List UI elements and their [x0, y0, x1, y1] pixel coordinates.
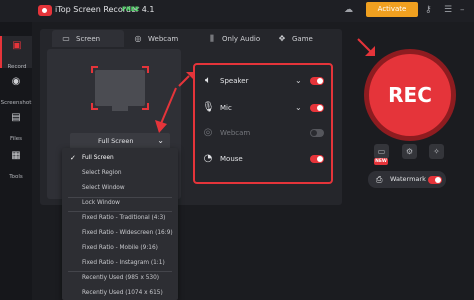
minimize-icon[interactable]: – — [460, 4, 465, 16]
sidebar-item-label: Files — [9, 136, 23, 142]
option-label: Fixed Ratio - Mobile (9:16) — [82, 245, 158, 251]
mouse-icon: ◔ — [203, 153, 213, 164]
corner-mark — [142, 66, 149, 73]
speaker-icon: 🔈︎ — [205, 75, 211, 86]
app-logo-icon — [38, 5, 52, 16]
free-badge: FREE — [122, 6, 139, 13]
tab-webcam[interactable]: ◎ Webcam — [132, 30, 198, 47]
speaker-toggle[interactable] — [310, 77, 324, 85]
audio-row-mouse: ◔ Mouse — [200, 148, 328, 170]
tab-only-audio[interactable]: ⫼ Only Audio — [206, 30, 268, 47]
dropdown-option-ratio-16-9[interactable]: Fixed Ratio - Widescreen (16:9) — [62, 227, 178, 240]
chevron-down-icon[interactable]: ⌄ — [295, 101, 302, 115]
option-label: Select Window — [82, 185, 125, 191]
audio-label: Webcam — [220, 129, 251, 137]
sidebar-item-screenshot[interactable]: ◉ Screenshot — [0, 72, 32, 106]
audio-row-speaker: 🔈︎ Speaker ⌄ — [200, 70, 328, 92]
dropdown-option-lock-window[interactable]: Lock Window — [62, 197, 178, 210]
arrow-annotation-icon — [357, 38, 375, 56]
mouse-toggle[interactable] — [310, 155, 324, 163]
audio-label: Mic — [220, 104, 232, 112]
title-bar: iTop Screen Recorder 4.1 FREE ☁ Activate… — [0, 0, 474, 22]
tab-label: Only Audio — [222, 35, 261, 43]
audio-label: Mouse — [220, 155, 243, 163]
sidebar: ▣ Record ◉ Screenshot ▤ Files ▦ Tools — [0, 22, 32, 300]
tools-icon: ▦ — [11, 150, 21, 161]
tab-label: Webcam — [148, 35, 179, 43]
gamepad-icon: ✥ — [278, 34, 286, 43]
audio-row-mic: 🎙︎ Mic ⌄ — [200, 97, 328, 119]
screen-options-icon[interactable]: ▭ — [374, 144, 389, 159]
option-label: Select Region — [82, 170, 122, 176]
dropdown-option-full-screen[interactable]: ✓ Full Screen — [62, 152, 178, 165]
watermark-label: Watermark — [390, 175, 426, 183]
audio-row-webcam: ◎ Webcam — [200, 122, 328, 144]
sidebar-item-label: Tools — [9, 174, 23, 180]
option-label: Lock Window — [82, 200, 120, 206]
watermark-control: ⎙ Watermark — [368, 171, 446, 188]
option-label: Recently Used (1074 x 615) — [82, 290, 163, 296]
sidebar-item-files[interactable]: ▤ Files — [0, 108, 32, 142]
menu-icon[interactable]: ☰ — [444, 4, 452, 16]
sidebar-item-tools[interactable]: ▦ Tools — [0, 146, 32, 180]
tab-screen[interactable]: ▭ Screen — [52, 30, 124, 47]
option-label: Fixed Ratio - Widescreen (16:9) — [82, 230, 173, 236]
camera-icon: ◉ — [11, 76, 21, 87]
webcam-icon: ◎ — [134, 34, 142, 43]
mic-toggle[interactable] — [310, 104, 324, 112]
webcam-icon: ◎ — [203, 127, 213, 138]
new-badge: NEW — [374, 158, 388, 165]
option-label: Fixed Ratio - Instagram (1:1) — [82, 260, 165, 266]
audio-bars-icon: ⫼ — [210, 34, 214, 43]
tab-label: Screen — [76, 35, 101, 43]
option-label: Full Screen — [82, 155, 114, 161]
option-label: Recently Used (985 x 530) — [82, 275, 160, 281]
files-icon: ▤ — [11, 112, 21, 123]
webcam-toggle[interactable] — [310, 129, 324, 137]
dropdown-option-ratio-9-16[interactable]: Fixed Ratio - Mobile (9:16) — [62, 242, 178, 255]
check-icon: ✓ — [70, 154, 76, 162]
monitor-stand — [112, 106, 128, 111]
audio-label: Speaker — [220, 77, 249, 85]
monitor-icon — [95, 70, 145, 106]
watermark-icon: ⎙ — [376, 175, 383, 184]
corner-mark — [91, 103, 98, 110]
corner-mark — [142, 103, 149, 110]
dropdown-option-recent-2[interactable]: Recently Used (1074 x 615) — [62, 287, 178, 300]
chevron-down-icon[interactable]: ⌄ — [295, 74, 302, 88]
app-title: iTop Screen Recorder 4.1 — [55, 5, 155, 14]
dropdown-option-ratio-4-3[interactable]: Fixed Ratio - Traditional (4:3) — [62, 212, 178, 225]
key-icon[interactable]: ⚷ — [425, 4, 432, 16]
corner-mark — [91, 66, 98, 73]
tab-label: Game — [292, 35, 313, 43]
sidebar-item-label: Screenshot — [0, 100, 32, 106]
effects-icon[interactable]: ✧ — [429, 144, 444, 159]
capture-mode-dropdown: ✓ Full Screen Select Region Select Windo… — [62, 148, 178, 300]
settings-icon[interactable]: ⚙ — [402, 144, 417, 159]
cloud-icon[interactable]: ☁ — [344, 4, 353, 16]
option-label: Fixed Ratio - Traditional (4:3) — [82, 215, 166, 221]
dropdown-option-select-region[interactable]: Select Region — [62, 167, 178, 180]
watermark-toggle[interactable] — [428, 175, 442, 184]
arrow-annotation-icon — [155, 87, 177, 133]
dropdown-option-ratio-1-1[interactable]: Fixed Ratio - Instagram (1:1) — [62, 257, 178, 270]
monitor-icon: ▭ — [62, 34, 70, 43]
mic-icon: 🎙︎ — [202, 102, 215, 113]
capture-mode-value: Full Screen — [98, 137, 134, 145]
dropdown-option-select-window[interactable]: Select Window — [62, 182, 178, 195]
sidebar-item-label: Record — [7, 64, 27, 70]
record-icon: ▣ — [12, 40, 22, 51]
tab-game[interactable]: ✥ Game — [276, 30, 326, 47]
rec-button[interactable]: REC — [369, 54, 451, 136]
sidebar-item-record[interactable]: ▣ Record — [0, 36, 32, 70]
dropdown-option-recent-1[interactable]: Recently Used (985 x 530) — [62, 272, 178, 285]
activate-button[interactable]: Activate — [366, 2, 418, 17]
